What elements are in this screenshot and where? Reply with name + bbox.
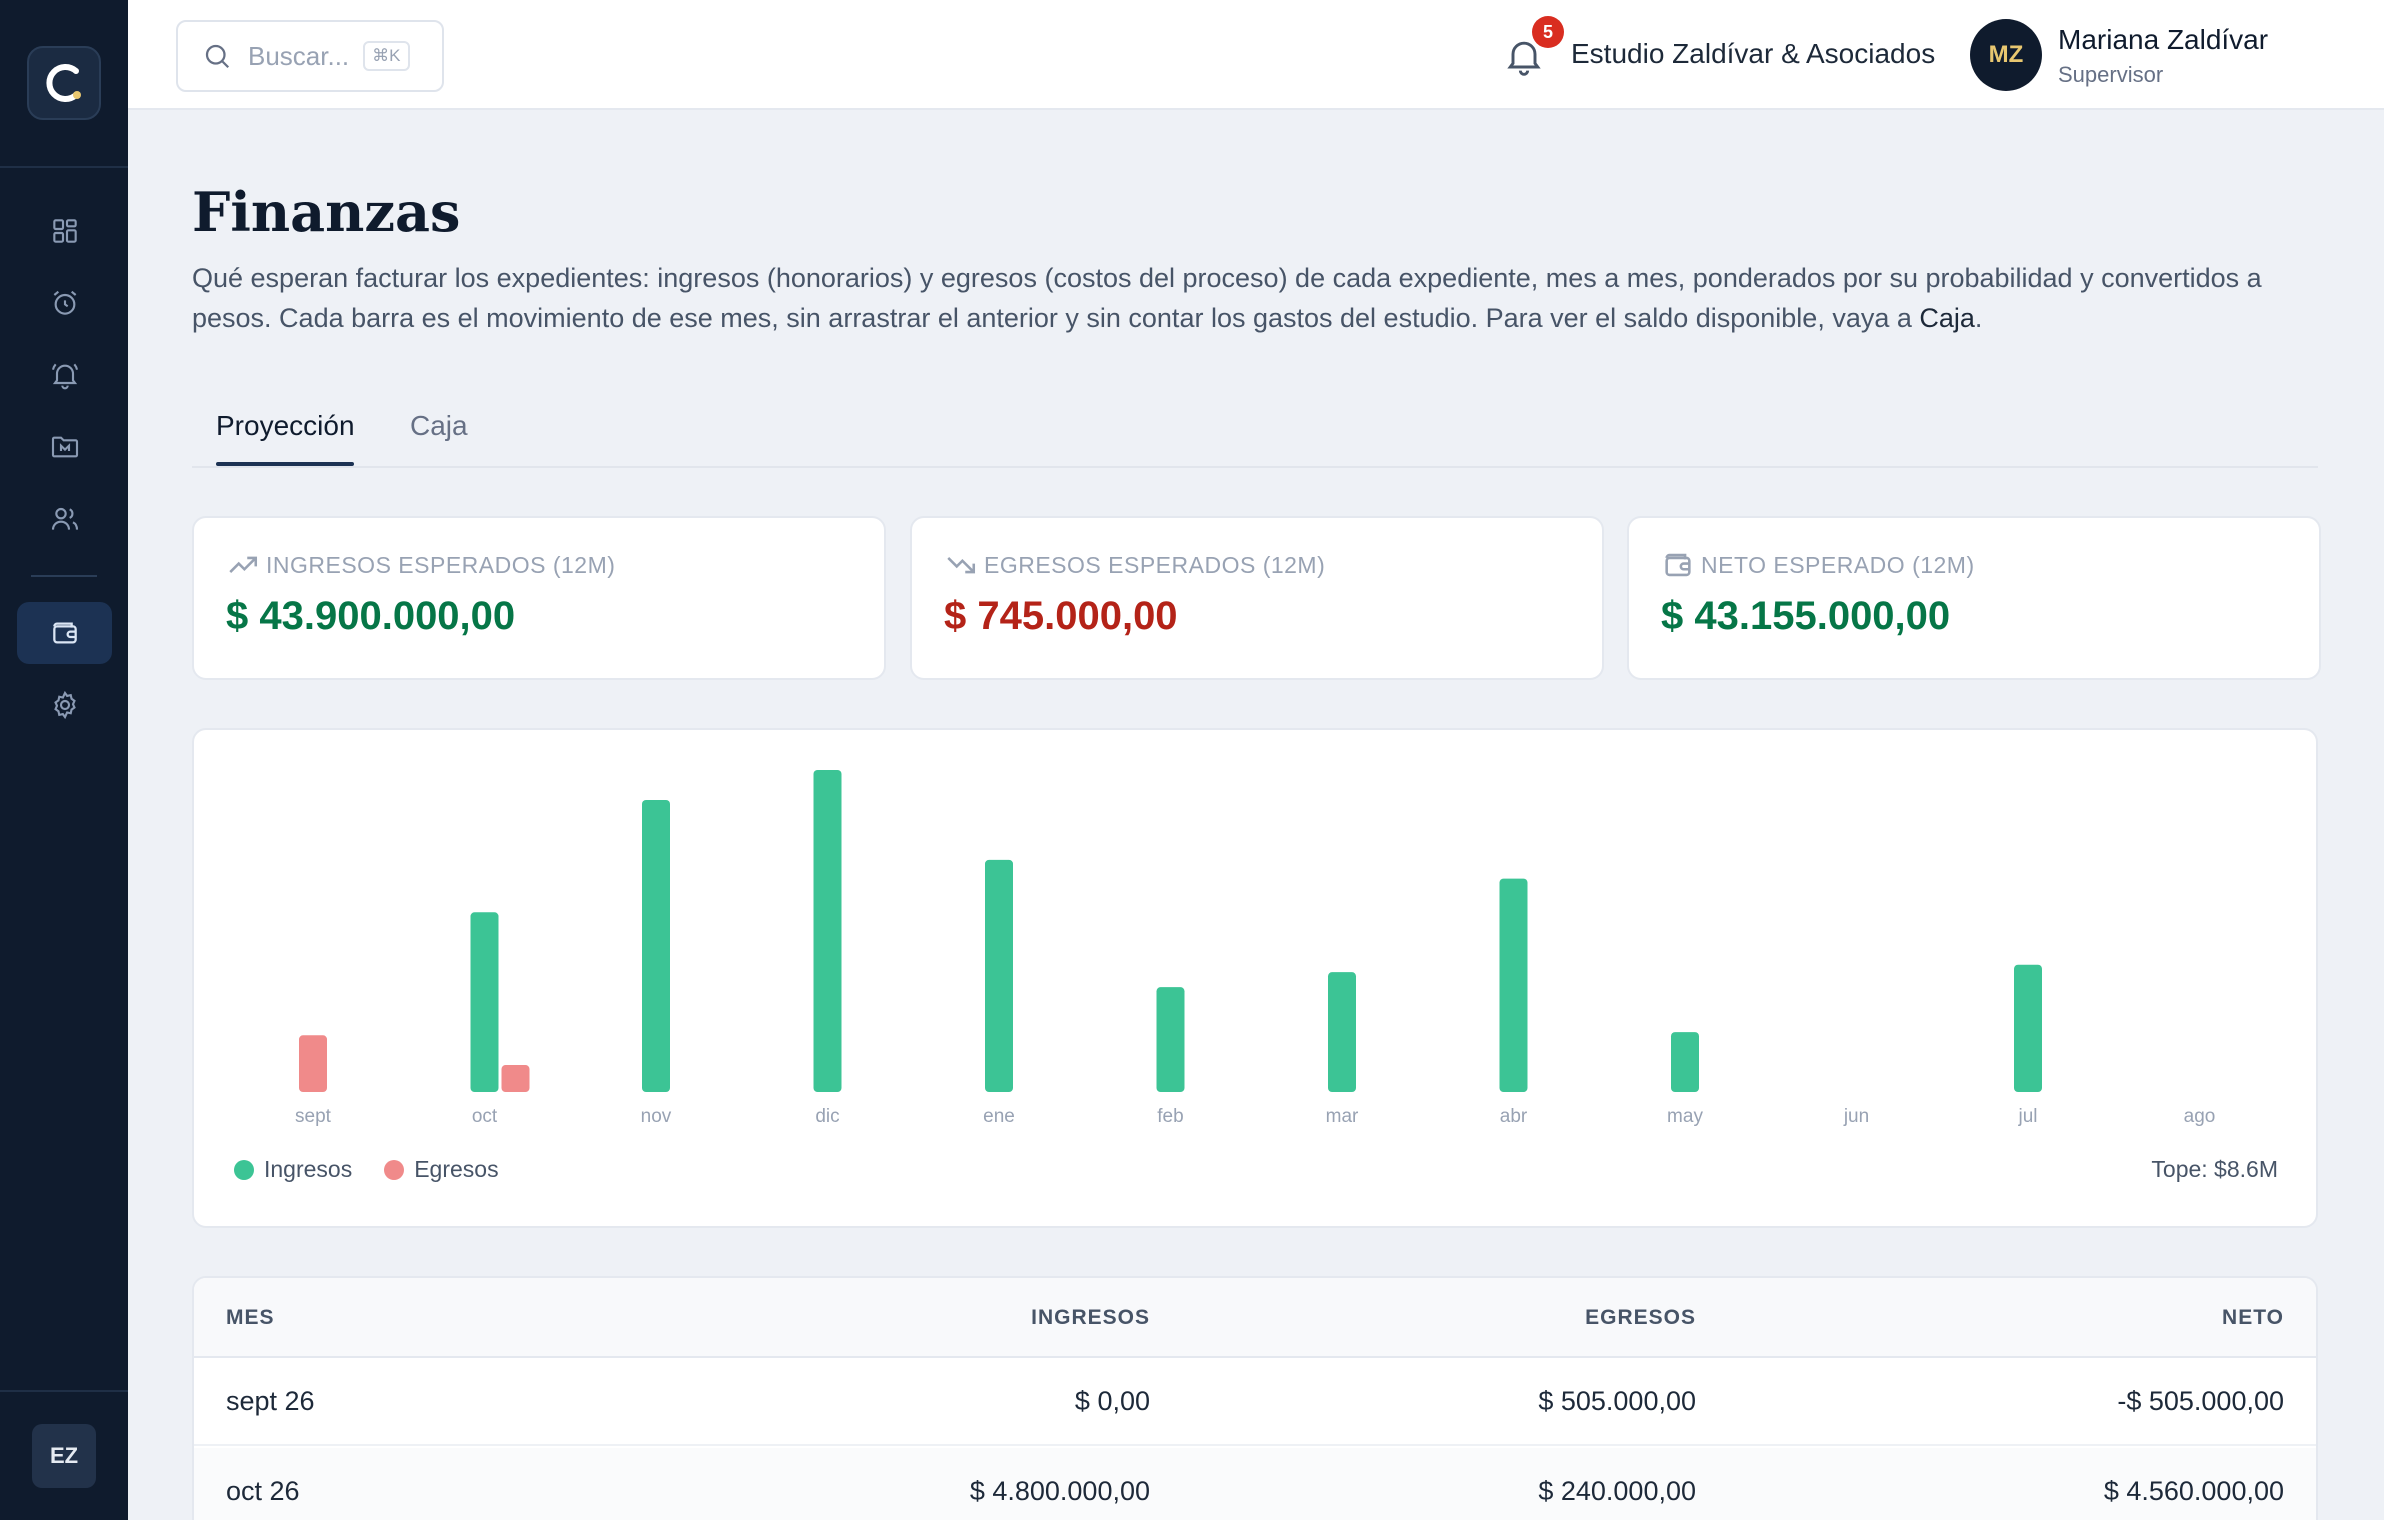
folder-icon [51, 436, 78, 458]
bar-ingresos-ene[interactable] [985, 859, 1013, 1092]
x-tick-label: jul [2017, 1106, 2037, 1127]
legend-label-egresos: Egresos [414, 1156, 499, 1182]
wallet-icon [1665, 553, 1691, 577]
x-tick-label: dic [815, 1106, 839, 1127]
bar-egresos-sept[interactable] [299, 1035, 327, 1092]
legend-label-ingresos: Ingresos [264, 1156, 353, 1182]
sidebar-item-dashboard[interactable] [17, 200, 112, 262]
monthly-table: MES INGRESOS EGRESOS NETO sept 26 $ 0,00… [192, 1276, 2318, 1520]
caja-link[interactable]: Caja [1919, 303, 1975, 333]
x-tick-label: sept [295, 1106, 332, 1127]
x-tick-label: oct [472, 1106, 498, 1127]
cell-mes: sept 26 [226, 1386, 315, 1416]
sidebar: EZ [0, 0, 128, 1520]
legend-swatch-egresos [384, 1159, 405, 1180]
sidebar-divider [0, 166, 128, 168]
topbar: Buscar... ⌘K 5 Estudio Zaldívar & Asocia… [128, 0, 2384, 110]
kpi-label: INGRESOS ESPERADOS (12M) [266, 552, 616, 578]
projection-chart: sept oct nov dic ene feb mar abr may jun jul ago In… [192, 728, 2318, 1228]
bar-ingresos-feb[interactable] [1156, 987, 1185, 1092]
tab-caja[interactable]: Caja [410, 410, 468, 442]
table-row[interactable]: oct 26 $ 4.800.000,00 $ 240.000,00 $ 4.5… [194, 1448, 2316, 1520]
logo-icon [46, 64, 81, 102]
active-tab-indicator [216, 462, 354, 466]
bar-ingresos-mar[interactable] [1328, 972, 1356, 1092]
kpi-card-neto: NETO ESPERADO (12M) $ 43.155.000,00 [1627, 516, 2321, 680]
bar-egresos-oct[interactable] [501, 1065, 530, 1092]
sidebar-item-clientes[interactable] [17, 488, 112, 550]
chart-legend: Ingresos Egresos [234, 1156, 499, 1183]
cell-ingresos: $ 4.800.000,00 [969, 1476, 1150, 1506]
x-tick-label: mar [1326, 1106, 1359, 1127]
cell-neto: $ 4.560.000,00 [2103, 1476, 2284, 1506]
users-icon [51, 507, 78, 530]
bar-ingresos-dic[interactable] [813, 770, 842, 1092]
legend-swatch-ingresos [234, 1159, 254, 1180]
chart-cap-label: Tope: $8.6M [2151, 1156, 2278, 1182]
column-header-egresos: EGRESOS [1585, 1306, 1696, 1329]
bar-ingresos-may[interactable] [1671, 1032, 1699, 1092]
cell-egresos: $ 505.000,00 [1538, 1386, 1696, 1416]
kpi-card-ingresos: INGRESOS ESPERADOS (12M) $ 43.900.000,00 [192, 516, 886, 680]
x-tick-label: nov [641, 1106, 672, 1127]
table-row[interactable]: sept 26 $ 0,00 $ 505.000,00 -$ 505.000,0… [194, 1358, 2316, 1446]
cell-ingresos: $ 0,00 [1074, 1386, 1150, 1416]
workspace-avatar[interactable]: EZ [32, 1424, 96, 1488]
description-end: . [1974, 303, 1983, 333]
trending-down-icon [947, 557, 976, 574]
sidebar-item-configuracion[interactable] [17, 674, 112, 736]
cell-mes: oct 26 [226, 1476, 300, 1506]
alarm-clock-icon [53, 290, 76, 315]
kpi-label: NETO ESPERADO (12M) [1701, 552, 1975, 578]
search-icon [205, 44, 230, 69]
column-header-mes: MES [226, 1306, 275, 1329]
sidebar-item-expedientes[interactable] [17, 416, 112, 478]
gear-icon [53, 690, 76, 720]
search-shortcut: ⌘K [363, 41, 410, 71]
bar-ingresos-abr[interactable] [1499, 878, 1528, 1092]
sidebar-item-alertas[interactable] [17, 344, 112, 406]
app-logo[interactable] [27, 46, 101, 120]
wallet-icon [52, 622, 77, 644]
bar-ingresos-nov[interactable] [642, 799, 670, 1092]
kpi-label: EGRESOS ESPERADOS (12M) [984, 552, 1326, 578]
kpi-value: $ 43.900.000,00 [226, 594, 516, 638]
search-input[interactable]: Buscar... ⌘K [176, 20, 444, 92]
x-tick-label: feb [1157, 1106, 1183, 1127]
x-tick-label: abr [1500, 1106, 1528, 1127]
x-tick-label: jun [1843, 1106, 1869, 1127]
trending-up-icon [229, 556, 258, 573]
tabs: Proyección Caja [192, 400, 2318, 468]
studio-name: Estudio Zaldívar & Asociados [1571, 38, 1936, 69]
x-tick-label: ago [2184, 1106, 2216, 1127]
table-header: MES INGRESOS EGRESOS NETO [194, 1278, 2316, 1358]
sidebar-item-vencimientos[interactable] [17, 272, 112, 334]
user-role: Supervisor [2058, 62, 2164, 87]
kpi-card-egresos: EGRESOS ESPERADOS (12M) $ 745.000,00 [910, 516, 1604, 680]
x-tick-label: ene [983, 1106, 1015, 1127]
tab-proyeccion[interactable]: Proyección [216, 410, 355, 442]
page-title: Finanzas [192, 180, 461, 244]
x-tick-label: may [1667, 1106, 1703, 1127]
sidebar-item-finanzas[interactable] [17, 602, 112, 664]
kpi-value: $ 745.000,00 [944, 594, 1178, 638]
grid-icon [52, 219, 77, 243]
page-description: Qué esperan facturar los expedientes: in… [192, 258, 2332, 338]
notifications-badge: 5 [1532, 16, 1564, 48]
user-avatar[interactable]: MZ [1970, 19, 2042, 91]
column-header-ingresos: INGRESOS [1031, 1306, 1150, 1329]
sidebar-divider [31, 575, 97, 577]
column-header-neto: NETO [2222, 1306, 2284, 1329]
search-placeholder: Buscar... [248, 40, 350, 71]
sidebar-divider [0, 1390, 128, 1392]
bell-ring-icon [51, 363, 78, 390]
kpi-value: $ 43.155.000,00 [1661, 594, 1951, 638]
cell-neto: -$ 505.000,00 [2117, 1386, 2284, 1416]
bar-ingresos-jul[interactable] [2014, 964, 2042, 1092]
bar-chart: sept oct nov dic ene feb mar abr may jun jul ago [295, 770, 2216, 1127]
cell-egresos: $ 240.000,00 [1538, 1476, 1696, 1506]
user-name[interactable]: Mariana Zaldívar [2058, 24, 2268, 56]
bar-ingresos-oct[interactable] [470, 912, 499, 1092]
